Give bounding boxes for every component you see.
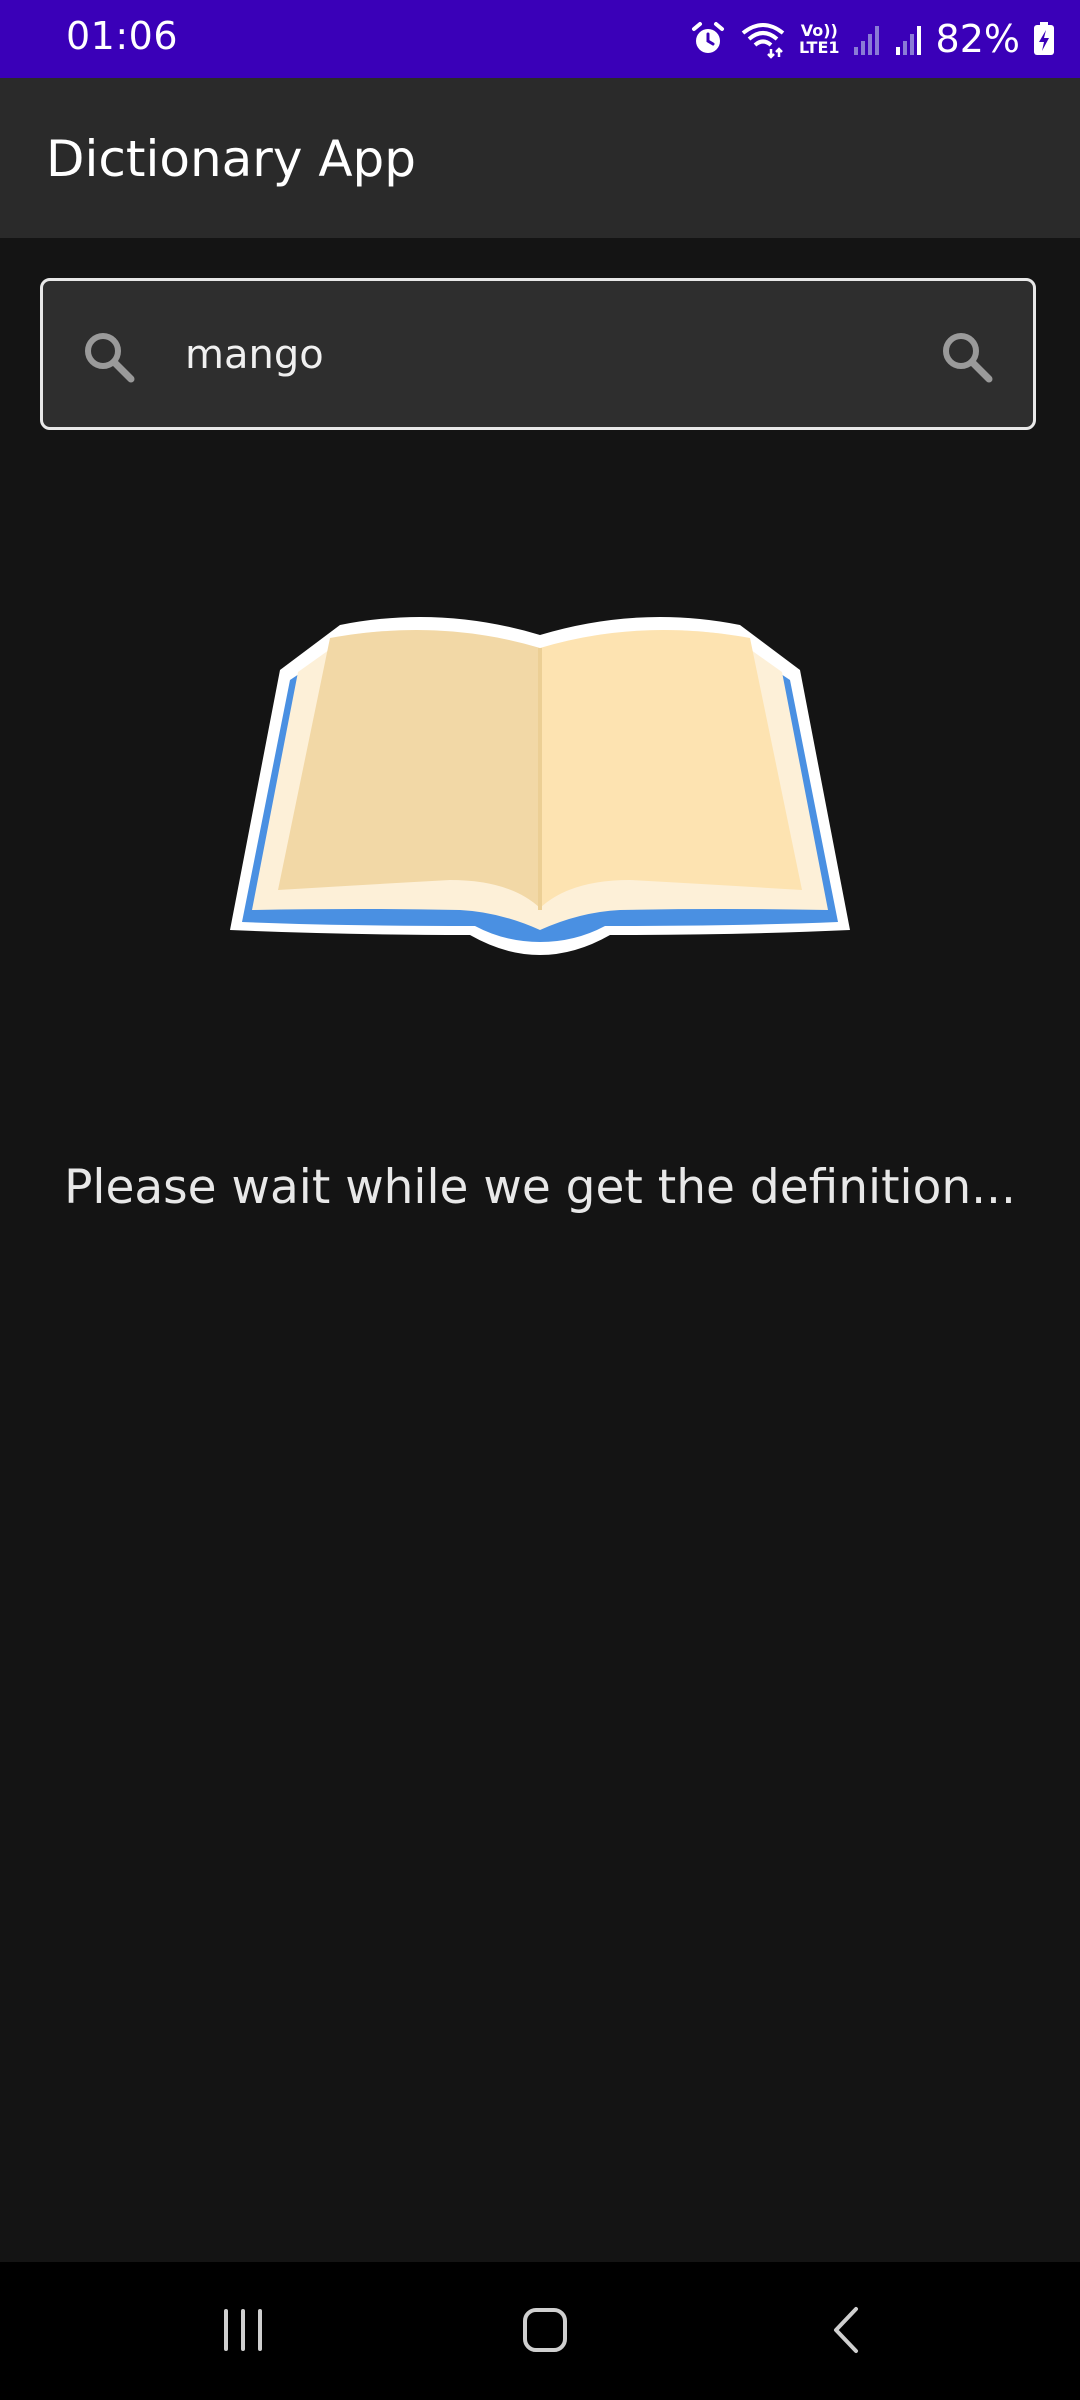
navigation-bar — [0, 2262, 1080, 2400]
signal-icon — [852, 21, 882, 57]
battery-percentage: 82% — [935, 17, 1020, 61]
status-bar: 01:06 Vo)) LTE1 82% — [0, 0, 1080, 78]
alarm-icon — [689, 20, 727, 58]
open-book-icon — [220, 610, 860, 964]
status-time: 01:06 — [66, 14, 179, 58]
back-button[interactable] — [787, 2292, 907, 2372]
back-icon — [822, 2305, 872, 2359]
wifi-icon — [739, 19, 787, 59]
search-submit-icon[interactable] — [939, 329, 995, 389]
search-bar[interactable] — [40, 278, 1036, 430]
home-button[interactable] — [485, 2292, 605, 2372]
status-icons: Vo)) LTE1 82% — [689, 10, 1056, 68]
battery-charging-icon — [1032, 21, 1056, 57]
volte-icon: Vo)) LTE1 — [799, 21, 840, 57]
search-input[interactable] — [185, 323, 885, 387]
home-icon — [520, 2305, 570, 2359]
loading-message: Please wait while we get the definition.… — [64, 1160, 1016, 1215]
signal-icon — [894, 21, 924, 57]
app-title: Dictionary App — [46, 130, 417, 188]
search-icon — [81, 329, 137, 389]
app-bar: Dictionary App — [0, 78, 1080, 238]
recent-apps-button[interactable] — [183, 2292, 303, 2372]
recent-apps-icon — [218, 2305, 268, 2359]
